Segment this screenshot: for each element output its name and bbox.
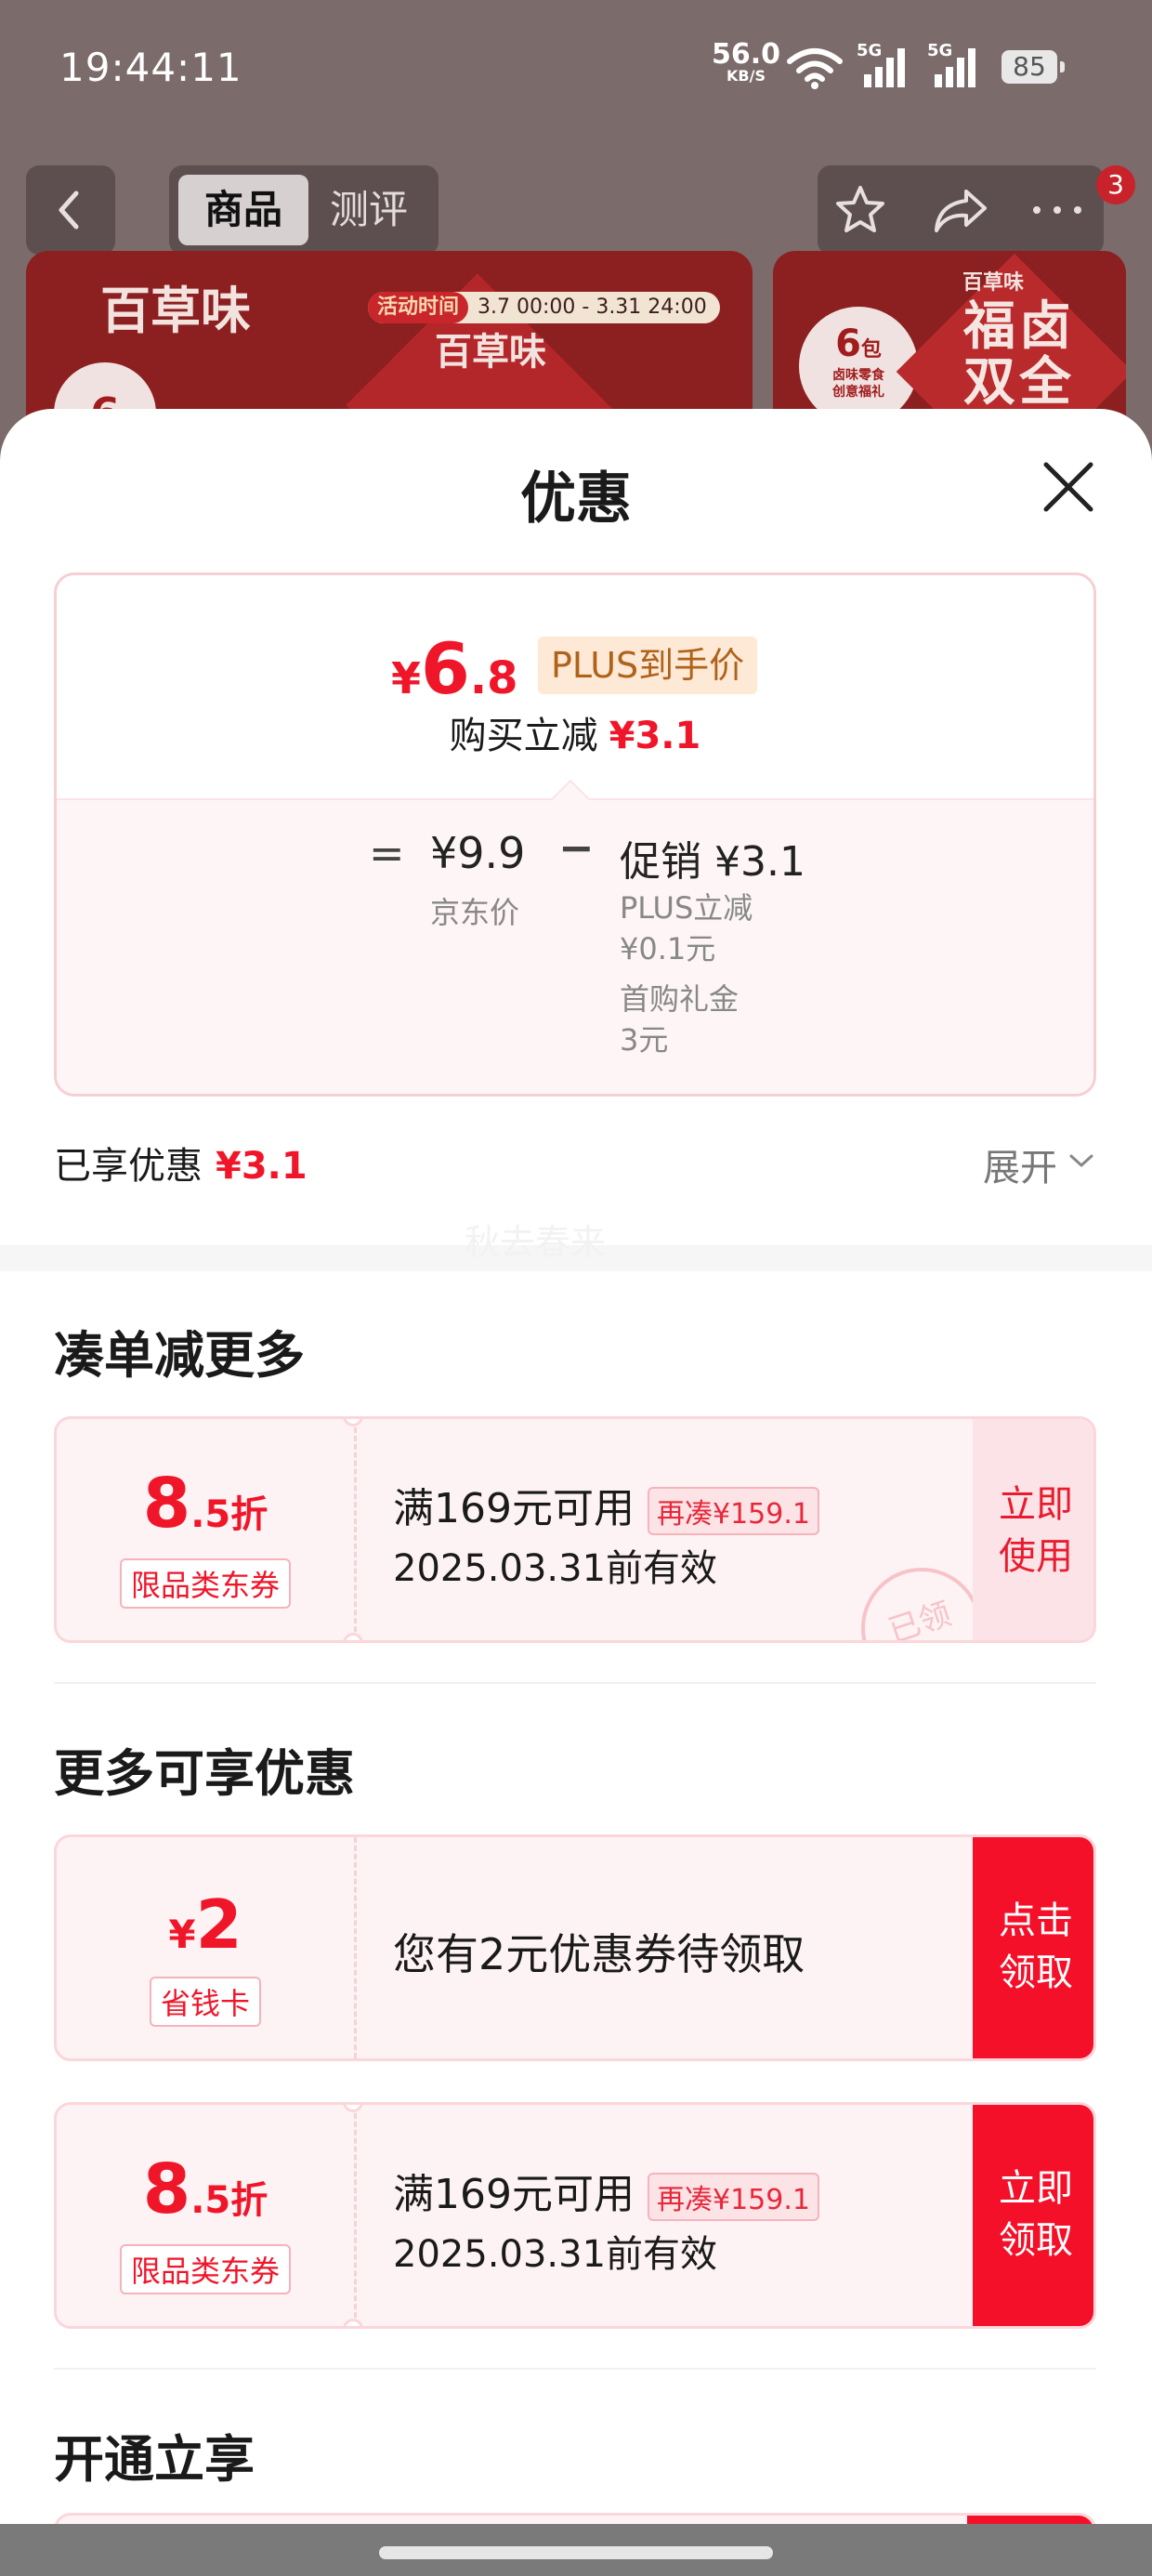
price-formula: = ¥9.9 京东价 − 促销 ¥3.1 PLUS立减 ¥0.1元 首购礼金 3…: [57, 779, 1093, 1094]
coupon-type: 限品类东券: [119, 2244, 292, 2294]
tab-product[interactable]: 商品: [178, 175, 308, 245]
coupon-discount: 8.5折: [142, 2149, 268, 2229]
chevron-down-icon: [1069, 1154, 1093, 1167]
jd-price-label: 京东价: [430, 895, 520, 930]
plus-price-tag: PLUS到手价: [538, 637, 758, 694]
status-time: 19:44:11: [59, 45, 242, 90]
network-rate: 56.0 KB/S: [712, 38, 781, 85]
back-button[interactable]: [26, 165, 115, 255]
back-icon: [59, 191, 79, 230]
share-icon[interactable]: [931, 182, 990, 238]
jd-price: ¥9.9: [430, 828, 526, 878]
brand-logo-small: 百草味: [962, 271, 1025, 295]
section-title-open: 开通立享: [54, 2430, 255, 2489]
star-icon[interactable]: [832, 182, 888, 238]
coupon-type: 限品类东券: [119, 1558, 292, 1609]
add-more-tag: 再凑¥159.1: [647, 1487, 819, 1535]
separator: [54, 2368, 1096, 2370]
coupon-card-partial: [54, 2513, 1096, 2524]
status-bar: 19:44:11 56.0 KB/S 5G 5G 85: [0, 0, 1152, 139]
final-price: ¥6.8: [391, 627, 518, 710]
section-title-more-offers: 更多可享优惠: [54, 1744, 355, 1803]
coupon-message: 您有2元优惠券待领取: [393, 1929, 805, 1979]
event-time-pill: 活动时间 3.7 00:00 - 3.31 24:00: [368, 292, 720, 323]
separator: [54, 1682, 1096, 1684]
coupon-amount: ¥2: [168, 1886, 242, 1964]
battery-icon: 85: [1001, 50, 1065, 84]
close-icon[interactable]: [1039, 457, 1098, 517]
claim-now-button[interactable]: 立即 领取: [973, 2105, 1093, 2326]
brand-logo: 百草味: [100, 282, 251, 340]
claim-button[interactable]: 点击 领取: [973, 1837, 1093, 2058]
final-price-area: ¥6.8 PLUS到手价 购买立减 ¥3.1: [57, 575, 1093, 798]
home-indicator[interactable]: [379, 2546, 773, 2559]
use-now-button[interactable]: 立即 使用: [973, 1419, 1093, 1640]
coupon-left: 8.5折 限品类东券: [57, 1419, 357, 1640]
promo-item-name: 首购礼金: [620, 981, 740, 1017]
coupon-validity: 2025.03.31前有效: [393, 2233, 718, 2276]
promo-item-amount: ¥0.1元: [620, 931, 716, 966]
coupon-left: ¥2 省钱卡: [57, 1837, 357, 2058]
minus-sign: −: [558, 822, 595, 873]
notification-badge: 3: [1096, 165, 1135, 204]
coupon-condition: 满169元可用 再凑¥159.1: [393, 1475, 819, 1535]
section-title-more-orders: 凑单减更多: [54, 1326, 305, 1385]
coupon-card: 8.5折 限品类东券 满169元可用 再凑¥159.1 2025.03.31前有效…: [54, 2102, 1096, 2329]
add-more-tag: 再凑¥159.1: [647, 2173, 819, 2221]
coupon-discount: 8.5折: [142, 1464, 268, 1544]
tab-review[interactable]: 测评: [308, 175, 429, 245]
coupon-type: 省钱卡: [149, 1977, 262, 2027]
gesture-bar: [0, 2524, 1152, 2576]
coupon-validity: 2025.03.31前有效: [393, 1547, 718, 1590]
signal-icon: [935, 48, 975, 87]
equals-sign: =: [369, 828, 405, 878]
discount-sheet: 优惠 ¥6.8 PLUS到手价 购买立减 ¥3.1 = ¥9.9 京东价 − 促销…: [0, 409, 1152, 2524]
watermark: 秋去春来: [465, 1222, 607, 1263]
signal-icon: [864, 48, 905, 87]
sheet-title: 优惠: [520, 467, 632, 532]
promotion-total: 促销 ¥3.1: [620, 838, 805, 886]
expand-button[interactable]: 展开: [983, 1137, 1093, 1191]
price-breakdown-card: ¥6.8 PLUS到手价 购买立减 ¥3.1 = ¥9.9 京东价 − 促销 ¥3…: [54, 572, 1096, 1097]
promo-item-name: PLUS立减: [620, 890, 753, 926]
promo-item-amount: 3元: [620, 1022, 669, 1058]
coupon-card: 8.5折 限品类东券 满169元可用 再凑¥159.1 2025.03.31前有效…: [54, 1416, 1096, 1643]
brand-logo-small: 百草味: [435, 331, 546, 374]
wifi-icon: [787, 48, 843, 89]
coupon-left: 8.5折 限品类东券: [57, 2105, 357, 2326]
enjoyed-discount: 已享优惠 ¥3.1: [54, 1145, 308, 1188]
action-group: [818, 165, 1104, 255]
coupon-condition: 满169元可用 再凑¥159.1: [393, 2161, 819, 2221]
instant-discount-line: 购买立减 ¥3.1: [449, 715, 701, 757]
product-title-art: 福卤双全: [963, 296, 1075, 413]
tab-bar: 商品 测评: [169, 165, 439, 255]
more-icon[interactable]: [1029, 201, 1085, 219]
coupon-card: ¥2 省钱卡 您有2元优惠券待领取 点击 领取: [54, 1834, 1096, 2061]
